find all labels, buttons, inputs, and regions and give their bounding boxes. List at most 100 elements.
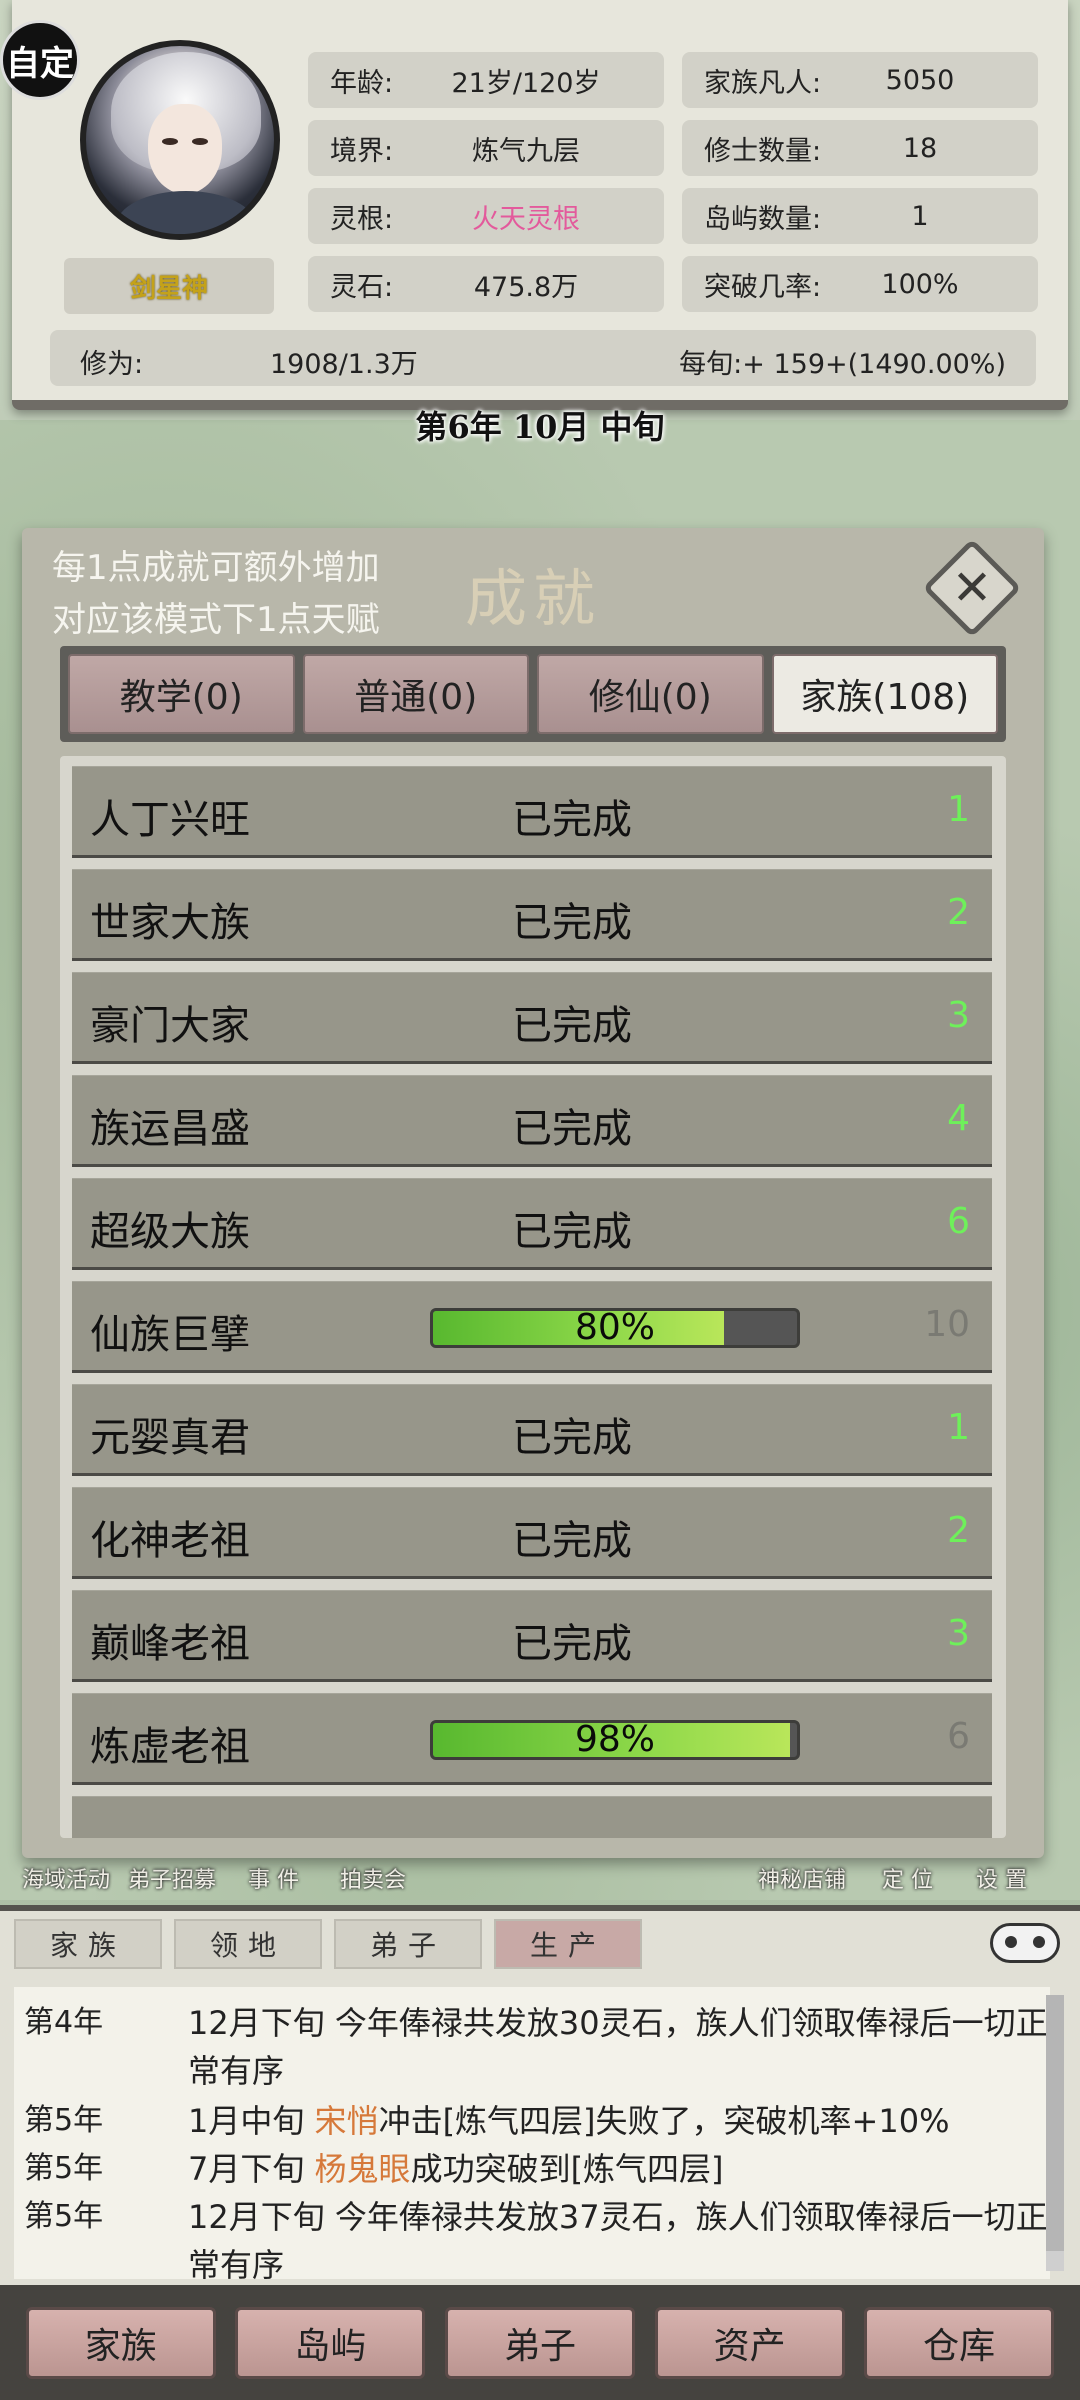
- achievement-row: 世家大族 已完成 2: [72, 869, 992, 961]
- achievement-points: 1: [947, 1407, 970, 1448]
- achievement-row: 族运昌盛 已完成 4: [72, 1075, 992, 1167]
- achievement-row: 炼虚老祖 98% 6: [72, 1693, 992, 1785]
- achievement-row: 巅峰老祖 已完成 3: [72, 1590, 992, 1682]
- stat-spirit-stones: 灵石: 475.8万: [308, 256, 664, 312]
- achievement-status: 已完成: [512, 1518, 632, 1564]
- tab-cultivation[interactable]: 修仙(0): [537, 654, 764, 734]
- achievement-points: 2: [947, 1510, 970, 1551]
- close-icon: ✕: [951, 560, 993, 616]
- log-text-main: 12月下旬 今年俸禄共发放30灵石，族人们领取俸禄后一切正常有序: [188, 2004, 1048, 2090]
- stat-breakthrough-chance: 突破几率: 100%: [682, 256, 1038, 312]
- avatar-robe: [116, 191, 256, 234]
- stat-spirit-root: 灵根: 火天灵根: [308, 188, 664, 244]
- stat-value: 火天灵根: [472, 203, 580, 235]
- achievement-points: 2: [947, 892, 970, 933]
- disciple-name[interactable]: 宋悄: [315, 2102, 379, 2140]
- stat-value: 18: [902, 132, 938, 164]
- achievement-row: 人丁兴旺 已完成 1: [72, 766, 992, 858]
- nav-warehouse-button[interactable]: 仓库: [864, 2306, 1055, 2379]
- achievement-row: 超级大族 已完成 6: [72, 1178, 992, 1270]
- disciple-name[interactable]: 杨鬼眼: [315, 2150, 411, 2188]
- nav-family-button[interactable]: 家族: [25, 2306, 216, 2379]
- stat-islands: 岛屿数量: 1: [682, 188, 1038, 244]
- close-button[interactable]: ✕: [922, 538, 1022, 638]
- achievement-row: 豪门大家 已完成 3: [72, 972, 992, 1064]
- log-year: 第5年: [24, 2151, 104, 2186]
- stat-cultivators: 修士数量: 18: [682, 120, 1038, 176]
- achievement-points: 1: [947, 789, 970, 830]
- sea-activity-button[interactable]: 海域活动: [22, 1862, 110, 1908]
- cultivation-bar: 修为: 1908/1.3万 每旬:+ 159+(1490.00%): [50, 330, 1036, 386]
- event-log-panel: 家族 领地 弟子 生产 第4年 12月下旬 今年俸禄共发放30灵石，族人们领取俸…: [0, 1905, 1080, 2285]
- avatar-eye-right: [192, 138, 208, 145]
- achievement-list[interactable]: 人丁兴旺 已完成 1 世家大族 已完成 2 豪门大家 已完成 3 族运昌盛 已完…: [60, 756, 1006, 1838]
- nav-disciples-button[interactable]: 弟子: [444, 2306, 635, 2379]
- locate-button[interactable]: 定 位: [882, 1862, 933, 1908]
- achievement-modal: 每1点成就可额外增加 对应该模式下1点天赋 成就 ✕ 教学(0) 普通(0) 修…: [22, 528, 1044, 1858]
- log-text: 12月下旬 今年俸禄共发放37灵石，族人们领取俸禄后一切正常有序: [188, 2193, 1048, 2289]
- stat-value: 1: [911, 200, 929, 232]
- character-avatar[interactable]: [80, 40, 280, 240]
- achievement-status: 已完成: [512, 1621, 632, 1667]
- achievement-name: 炼虚老祖: [90, 1724, 250, 1770]
- log-scrollbar[interactable]: [1046, 1995, 1064, 2271]
- custom-badge[interactable]: 自定: [0, 20, 80, 100]
- log-tab-disciples[interactable]: 弟子: [334, 1919, 482, 1969]
- log-scrollbar-thumb[interactable]: [1046, 1995, 1064, 2251]
- stat-value: 100%: [881, 268, 959, 300]
- progress-text: 98%: [574, 1720, 655, 1760]
- achievement-status: 已完成: [512, 1209, 632, 1255]
- tab-normal[interactable]: 普通(0): [302, 654, 529, 734]
- stat-value: 21岁/120岁: [451, 67, 601, 99]
- status-panel: 剑星神 年龄: 21岁/120岁 境界: 炼气九层 灵根: 火天灵根 灵石: 4…: [12, 0, 1068, 410]
- settings-button[interactable]: 设 置: [976, 1862, 1027, 1908]
- auction-button[interactable]: 拍卖会: [340, 1862, 406, 1908]
- bottom-nav: 家族 岛屿 弟子 资产 仓库: [0, 2285, 1080, 2400]
- nav-island-button[interactable]: 岛屿: [235, 2306, 426, 2379]
- achievement-status: 已完成: [512, 797, 632, 843]
- stat-value: 5050: [885, 64, 955, 96]
- avatar-face: [148, 104, 222, 194]
- achievement-points: 3: [947, 995, 970, 1036]
- nav-assets-button[interactable]: 资产: [654, 2306, 845, 2379]
- progress-text: 80%: [574, 1308, 655, 1348]
- cultivation-rate: 每旬:+ 159+(1490.00%): [679, 349, 1006, 380]
- log-year: 第4年: [24, 2005, 104, 2040]
- mystery-shop-button[interactable]: 神秘店铺: [758, 1862, 846, 1908]
- log-tab-territory[interactable]: 领地: [174, 1919, 322, 1969]
- achievement-points: 10: [924, 1304, 970, 1345]
- achievement-row-partial: [72, 1796, 992, 1838]
- stat-value: 炼气九层: [472, 135, 580, 167]
- achievement-status: 已完成: [512, 1415, 632, 1461]
- achievement-tabs: 教学(0) 普通(0) 修仙(0) 家族(108): [60, 646, 1006, 742]
- achievement-row: 仙族巨擘 80% 10: [72, 1281, 992, 1373]
- log-text-tail: 成功突破到[炼气四层]: [410, 2150, 724, 2188]
- achievement-progress-bar: 98%: [430, 1720, 800, 1760]
- achievement-status: 已完成: [512, 900, 632, 946]
- achievement-status: 已完成: [512, 1106, 632, 1152]
- modal-title: 成就: [464, 562, 601, 635]
- log-year: 第5年: [24, 2103, 104, 2138]
- log-year: 第5年: [24, 2199, 104, 2234]
- log-toggle-icon[interactable]: [990, 1923, 1060, 1963]
- log-text: 1月中旬 宋悄冲击[炼气四层]失败了，突破机率+10%: [188, 2097, 1048, 2145]
- log-text-tail: 冲击[炼气四层]失败了，突破机率+10%: [378, 2102, 950, 2140]
- player-name[interactable]: 剑星神: [64, 258, 274, 314]
- achievement-progress-bar: 80%: [430, 1308, 800, 1348]
- log-tab-production[interactable]: 生产: [494, 1919, 642, 1969]
- achievement-points: 6: [947, 1716, 970, 1757]
- log-tab-family[interactable]: 家族: [14, 1919, 162, 1969]
- achievement-points: 6: [947, 1201, 970, 1242]
- log-text: 7月下旬 杨鬼眼成功突破到[炼气四层]: [188, 2145, 1048, 2193]
- stat-value: 475.8万: [473, 271, 579, 303]
- tab-family[interactable]: 家族(108): [771, 654, 998, 734]
- log-tabs: 家族 领地 弟子 生产: [14, 1919, 642, 1969]
- achievement-status: 已完成: [512, 1003, 632, 1049]
- stat-mortals: 家族凡人: 5050: [682, 52, 1038, 108]
- stat-realm: 境界: 炼气九层: [308, 120, 664, 176]
- tab-tutorial[interactable]: 教学(0): [68, 654, 295, 734]
- cultivation-label: 修为:: [80, 349, 144, 380]
- recruit-disciple-button[interactable]: 弟子招募: [128, 1862, 216, 1908]
- achievement-points: 4: [947, 1098, 970, 1139]
- event-button[interactable]: 事 件: [248, 1862, 299, 1908]
